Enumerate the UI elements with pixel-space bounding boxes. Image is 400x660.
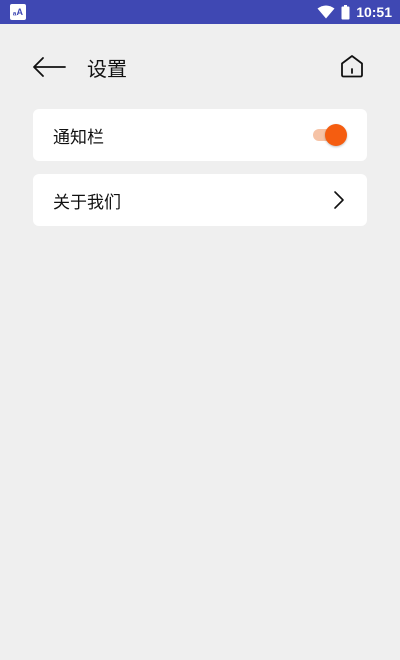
page-title: 设置 bbox=[87, 57, 127, 81]
status-right-group: 10:51 bbox=[317, 4, 392, 20]
wifi-icon bbox=[317, 5, 335, 19]
notification-bar-label: 通知栏 bbox=[53, 127, 104, 148]
home-icon bbox=[341, 55, 363, 78]
arrow-left-icon bbox=[33, 57, 66, 77]
home-button[interactable] bbox=[338, 52, 366, 80]
about-us-row[interactable]: 关于我们 bbox=[33, 174, 367, 226]
app-notification-icon: ₐA bbox=[10, 4, 26, 20]
status-bar: ₐA 10:51 bbox=[0, 0, 400, 24]
back-button[interactable] bbox=[32, 54, 66, 80]
about-us-label: 关于我们 bbox=[53, 192, 121, 213]
battery-icon bbox=[341, 4, 350, 19]
notification-bar-row[interactable]: 通知栏 bbox=[33, 109, 367, 161]
notification-bar-toggle[interactable] bbox=[313, 124, 347, 146]
header: 设置 bbox=[0, 44, 400, 90]
chevron-right-icon bbox=[334, 191, 344, 209]
status-time: 10:51 bbox=[356, 4, 392, 20]
toggle-thumb bbox=[325, 124, 347, 146]
